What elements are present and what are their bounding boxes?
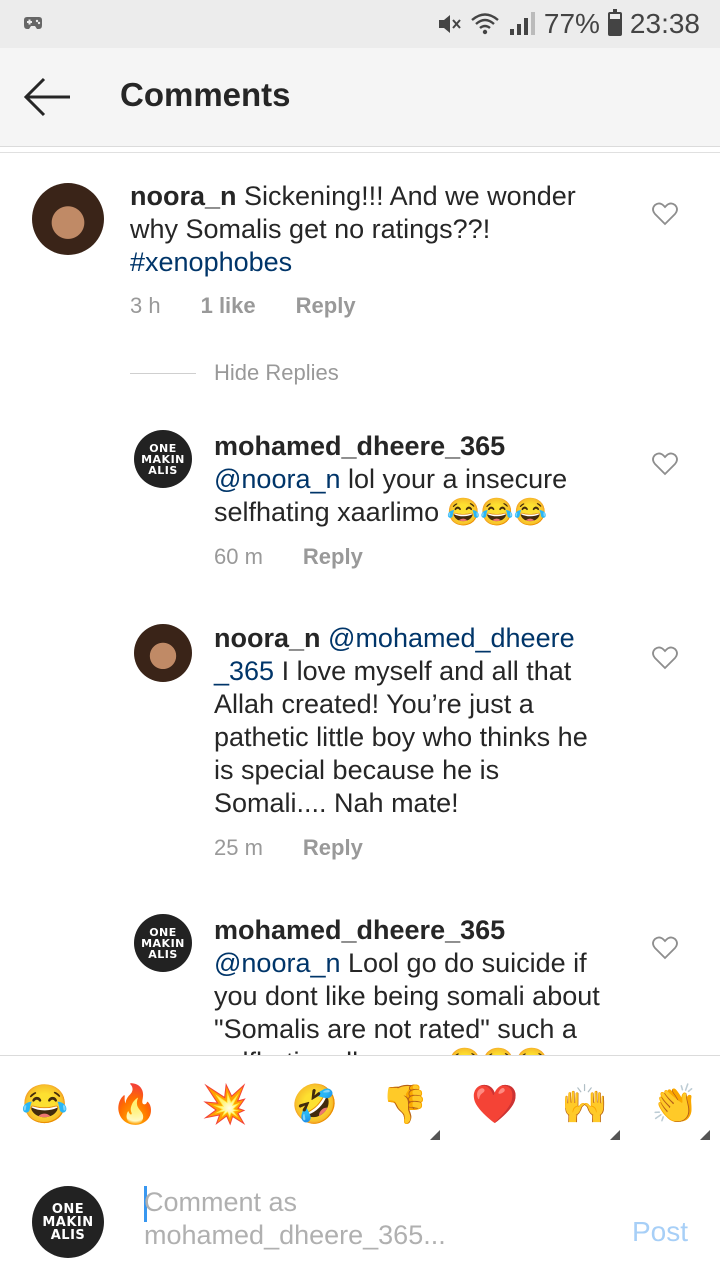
- heart-icon[interactable]: [652, 936, 678, 960]
- reply-time: 25 m: [214, 835, 263, 860]
- reply-time: 60 m: [214, 544, 263, 569]
- emoji-joy[interactable]: 😂: [20, 1080, 70, 1130]
- reply-button[interactable]: Reply: [296, 293, 356, 319]
- emoji-rofl[interactable]: 🤣: [290, 1080, 340, 1130]
- heart-icon[interactable]: [652, 452, 678, 476]
- avatar[interactable]: ONE MAKIN ALIS: [134, 914, 192, 972]
- divider-line: [130, 372, 196, 374]
- reply-button[interactable]: Reply: [303, 544, 363, 570]
- composer-avatar: ONE MAKIN ALIS: [32, 1186, 104, 1258]
- emoji-fire[interactable]: 🔥: [110, 1080, 160, 1130]
- comment-likes[interactable]: 1 like: [201, 293, 256, 319]
- comment-input[interactable]: Comment as mohamed_dheere_365...: [144, 1186, 604, 1252]
- comment-meta: 3 h 1 like Reply: [130, 293, 356, 319]
- avatar[interactable]: [134, 624, 192, 682]
- reply-username[interactable]: mohamed_dheere_365: [214, 431, 505, 461]
- page-title: Comments: [120, 76, 291, 113]
- game-controller-icon: [24, 17, 42, 29]
- reply-meta: 25 m Reply: [214, 835, 363, 861]
- emoji-clap[interactable]: 👏: [650, 1080, 700, 1130]
- reply-button[interactable]: Reply: [303, 835, 363, 861]
- avatar-logo-text: ONE MAKIN ALIS: [141, 441, 185, 477]
- status-indicators: 77% 23:38: [436, 8, 700, 40]
- skin-tone-indicator: [700, 1130, 710, 1140]
- skin-tone-indicator: [430, 1130, 440, 1140]
- heart-icon[interactable]: [652, 646, 678, 670]
- status-bar: 77% 23:38: [0, 0, 720, 48]
- emoji-heart[interactable]: ❤️: [470, 1080, 520, 1130]
- reply-text: noora_n @mohamed_dheere _365 I love myse…: [214, 622, 614, 820]
- comments-header: Comments: [0, 48, 720, 147]
- comment-username[interactable]: noora_n: [130, 181, 237, 211]
- reply-item: ONE MAKIN ALIS mohamed_dheere_365 @noora…: [0, 914, 720, 1055]
- comment-hashtag[interactable]: #xenophobes: [130, 247, 292, 277]
- reply-username[interactable]: noora_n: [214, 623, 321, 653]
- clock: 23:38: [629, 8, 700, 39]
- header-divider: [0, 146, 720, 153]
- reply-text: mohamed_dheere_365 @noora_n lol your a i…: [214, 430, 614, 529]
- emoji-boom[interactable]: 💥: [200, 1080, 250, 1130]
- battery-icon: [607, 9, 622, 36]
- back-arrow-icon[interactable]: [20, 74, 76, 120]
- comment-text: noora_n Sickening!!! And we wonder why S…: [130, 180, 610, 279]
- reply-meta: 60 m Reply: [214, 544, 363, 570]
- hide-replies-label: Hide Replies: [214, 360, 339, 385]
- skin-tone-indicator: [610, 1130, 620, 1140]
- avatar[interactable]: [32, 183, 104, 255]
- battery-percent: 77%: [543, 8, 600, 39]
- mute-icon: [438, 15, 461, 33]
- reply-text: mohamed_dheere_365 @noora_n Lool go do s…: [214, 914, 624, 1055]
- avatar-logo-text: ONE MAKIN ALIS: [141, 925, 185, 961]
- signal-icon: [509, 12, 535, 35]
- emoji-thumbs-down[interactable]: 👎: [380, 1080, 430, 1130]
- reply-mention[interactable]: @noora_n: [214, 464, 341, 494]
- reply-username[interactable]: mohamed_dheere_365: [214, 915, 505, 945]
- avatar-logo-text: ONE MAKIN ALIS: [42, 1201, 94, 1243]
- post-button[interactable]: Post: [632, 1216, 688, 1248]
- comment-time: 3 h: [130, 293, 161, 318]
- hide-replies-toggle[interactable]: Hide Replies: [130, 360, 339, 386]
- emoji-quick-bar: 😂 🔥 💥 🤣 👎 ❤️ 🙌 👏: [0, 1055, 720, 1153]
- wifi-icon: [471, 13, 499, 35]
- heart-icon[interactable]: [652, 202, 678, 226]
- avatar[interactable]: ONE MAKIN ALIS: [134, 430, 192, 488]
- emoji-raised-hands[interactable]: 🙌: [560, 1080, 610, 1130]
- reply-mention[interactable]: @noora_n: [214, 948, 341, 978]
- comment-composer: ONE MAKIN ALIS Comment as mohamed_dheere…: [0, 1152, 720, 1280]
